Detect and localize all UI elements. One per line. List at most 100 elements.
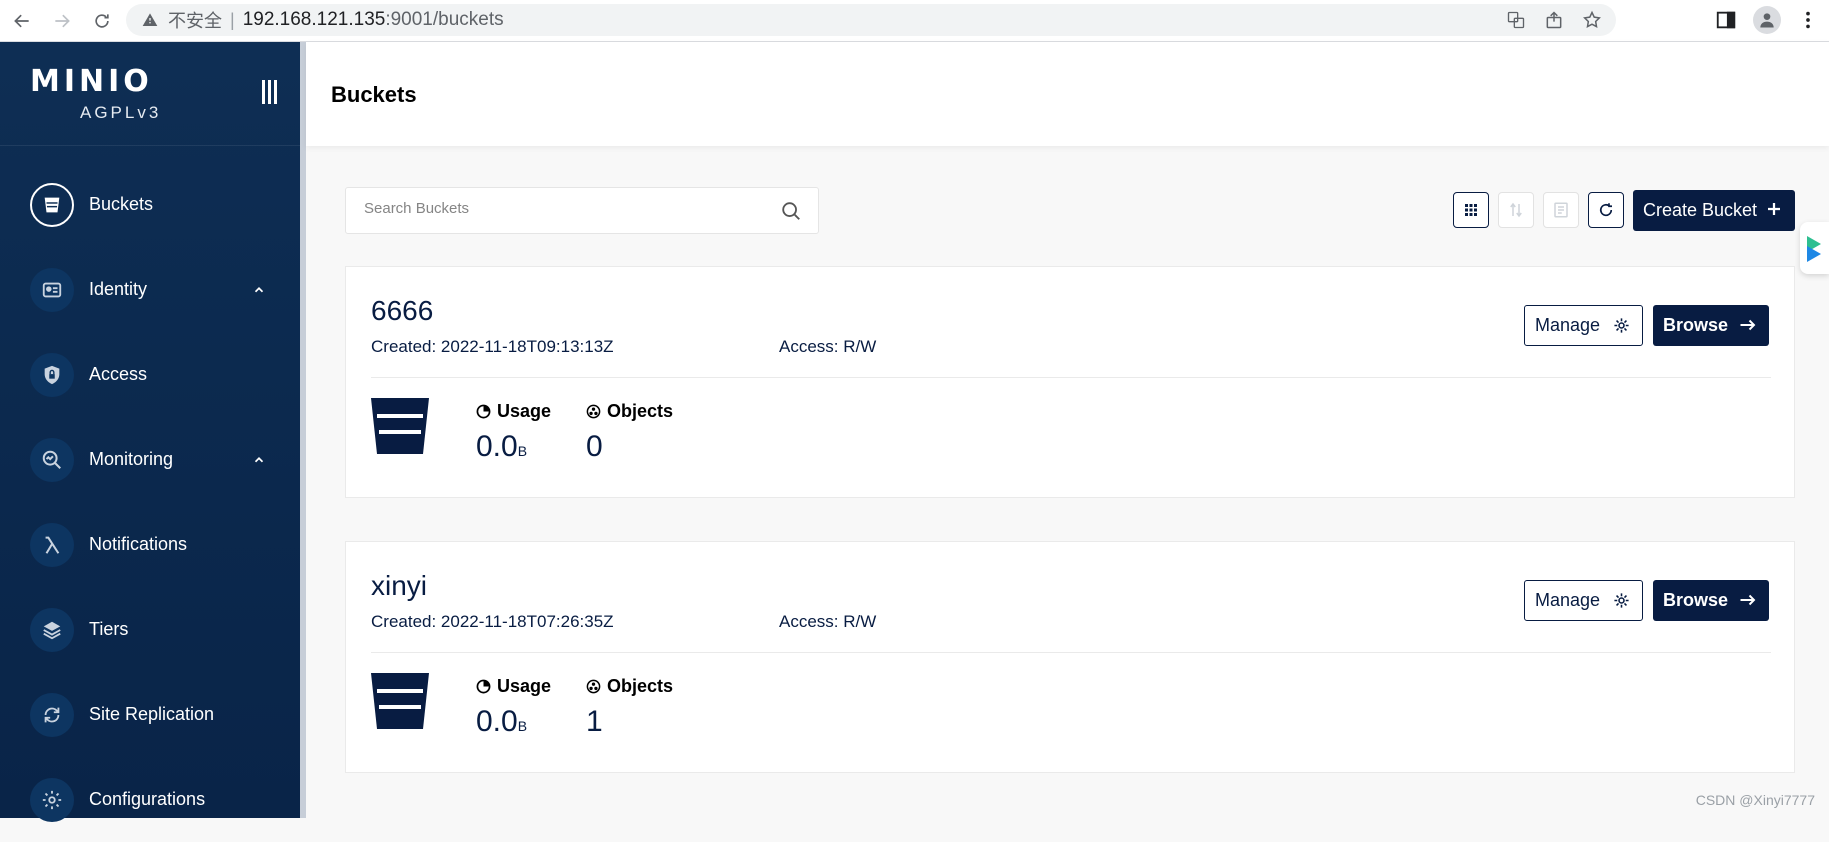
multi-select-button[interactable] [1453,192,1489,228]
sidebar-item-configurations[interactable]: Configurations [0,757,300,842]
manage-button[interactable]: Manage [1524,305,1643,346]
pie-chart-icon [476,679,491,694]
url-host: 192.168.121.135 [243,9,386,31]
minio-logo[interactable]: MINIO AGPLv3 [30,64,161,123]
forward-button[interactable] [44,3,80,39]
usage-label: Usage [497,401,551,422]
replication-icon [41,704,63,726]
arrow-left-icon [12,11,32,31]
objects-icon [586,404,601,419]
sidebar-item-label: Configurations [89,789,205,810]
browse-button[interactable]: Browse [1653,305,1769,346]
bucket-icon [371,671,429,731]
objects-value: 1 [586,705,673,739]
create-bucket-button[interactable]: Create Bucket [1633,190,1795,231]
collapse-sidebar-button[interactable] [258,80,280,108]
address-bar[interactable]: 不安全 | 192.168.121.135 :9001/buckets [126,4,1616,36]
lock-shield-icon [41,364,63,386]
back-button[interactable] [4,3,40,39]
share-icon[interactable] [1544,10,1564,30]
manage-label: Manage [1535,315,1600,336]
search-input[interactable] [364,200,764,217]
bucket-created: Created: 2022-11-18T09:13:13Z [371,337,614,357]
sidebar-item-site-replication[interactable]: Site Replication [0,672,300,757]
search-box [345,187,819,234]
manage-button[interactable]: Manage [1524,580,1643,621]
license-label: AGPLv3 [80,103,161,123]
sidebar-item-label: Site Replication [89,704,214,725]
bucket-created: Created: 2022-11-18T07:26:35Z [371,612,614,632]
sidebar-item-buckets[interactable]: Buckets [0,162,300,247]
main-content: Create Bucket 6666 Created: 2022-11-18T0… [306,146,1829,818]
watermark: CSDN @Xinyi7777 [1696,792,1815,808]
sidebar-item-identity[interactable]: Identity [0,247,300,332]
reload-button[interactable] [84,3,120,39]
browse-button[interactable]: Browse [1653,580,1769,621]
usage-value: 0.0 [476,430,518,463]
chevron-up-icon[interactable] [252,283,266,297]
lifecycle-icon [1552,201,1570,219]
usage-label: Usage [497,676,551,697]
sidebar-menu: Buckets Identity Access Monitoring [0,162,300,842]
sidebar-item-tiers[interactable]: Tiers [0,587,300,672]
side-panel-icon[interactable] [1715,9,1737,31]
pie-chart-icon [476,404,491,419]
usage-value: 0.0 [476,705,518,738]
monitoring-search-icon [41,449,63,471]
refresh-icon [1597,201,1615,219]
insecure-label: 不安全 [168,7,222,33]
bucket-icon [371,396,429,456]
lambda-icon [41,534,63,556]
usage-stat: Usage 0.0B [476,401,551,464]
sidebar-item-notifications[interactable]: Notifications [0,502,300,587]
manage-label: Manage [1535,590,1600,611]
objects-label: Objects [607,401,673,422]
set-lifecycle-button[interactable] [1543,192,1579,228]
more-vertical-icon[interactable] [1797,9,1819,31]
plus-icon [1765,200,1783,218]
reload-icon [92,11,112,31]
logo-text: MINIO [30,64,161,99]
bucket-icon [41,194,63,216]
usage-unit: B [518,443,527,459]
gear-icon [1613,317,1630,334]
gear-icon [41,789,63,811]
bookmark-star-icon[interactable] [1582,10,1602,30]
bucket-access: Access: R/W [779,612,876,632]
sidebar-item-label: Notifications [89,534,187,555]
browse-label: Browse [1663,315,1728,336]
person-icon [1757,10,1777,30]
usage-unit: B [518,718,527,734]
extension-logo-icon [1807,232,1829,264]
search-icon [780,200,802,222]
sidebar-item-label: Identity [89,279,147,300]
sidebar-item-label: Monitoring [89,449,173,470]
sidebar-item-label: Buckets [89,194,153,215]
profile-avatar[interactable] [1753,6,1781,34]
objects-value: 0 [586,430,673,464]
objects-stat: Objects 1 [586,676,673,739]
objects-stat: Objects 0 [586,401,673,464]
bucket-card: xinyi Created: 2022-11-18T07:26:35Z Acce… [345,541,1795,773]
translate-icon[interactable] [1506,10,1526,30]
usage-stat: Usage 0.0B [476,676,551,739]
sidebar-item-access[interactable]: Access [0,332,300,417]
bucket-name: xinyi [371,570,427,602]
card-divider [371,652,1771,653]
bucket-card: 6666 Created: 2022-11-18T09:13:13Z Acces… [345,266,1795,498]
identity-card-icon [41,279,63,301]
floating-side-widget[interactable] [1800,222,1829,274]
set-replication-button[interactable] [1498,192,1534,228]
sidebar-item-monitoring[interactable]: Monitoring [0,417,300,502]
gear-icon [1613,592,1630,609]
refresh-button[interactable] [1588,192,1624,228]
layers-icon [41,619,63,641]
browser-toolbar: 不安全 | 192.168.121.135 :9001/buckets [0,0,1829,42]
url-separator: | [230,10,235,31]
browse-label: Browse [1663,590,1728,611]
chevron-up-icon[interactable] [252,453,266,467]
url-path: :9001/buckets [385,9,503,31]
create-bucket-label: Create Bucket [1643,200,1757,221]
objects-label: Objects [607,676,673,697]
bucket-name: 6666 [371,295,433,327]
